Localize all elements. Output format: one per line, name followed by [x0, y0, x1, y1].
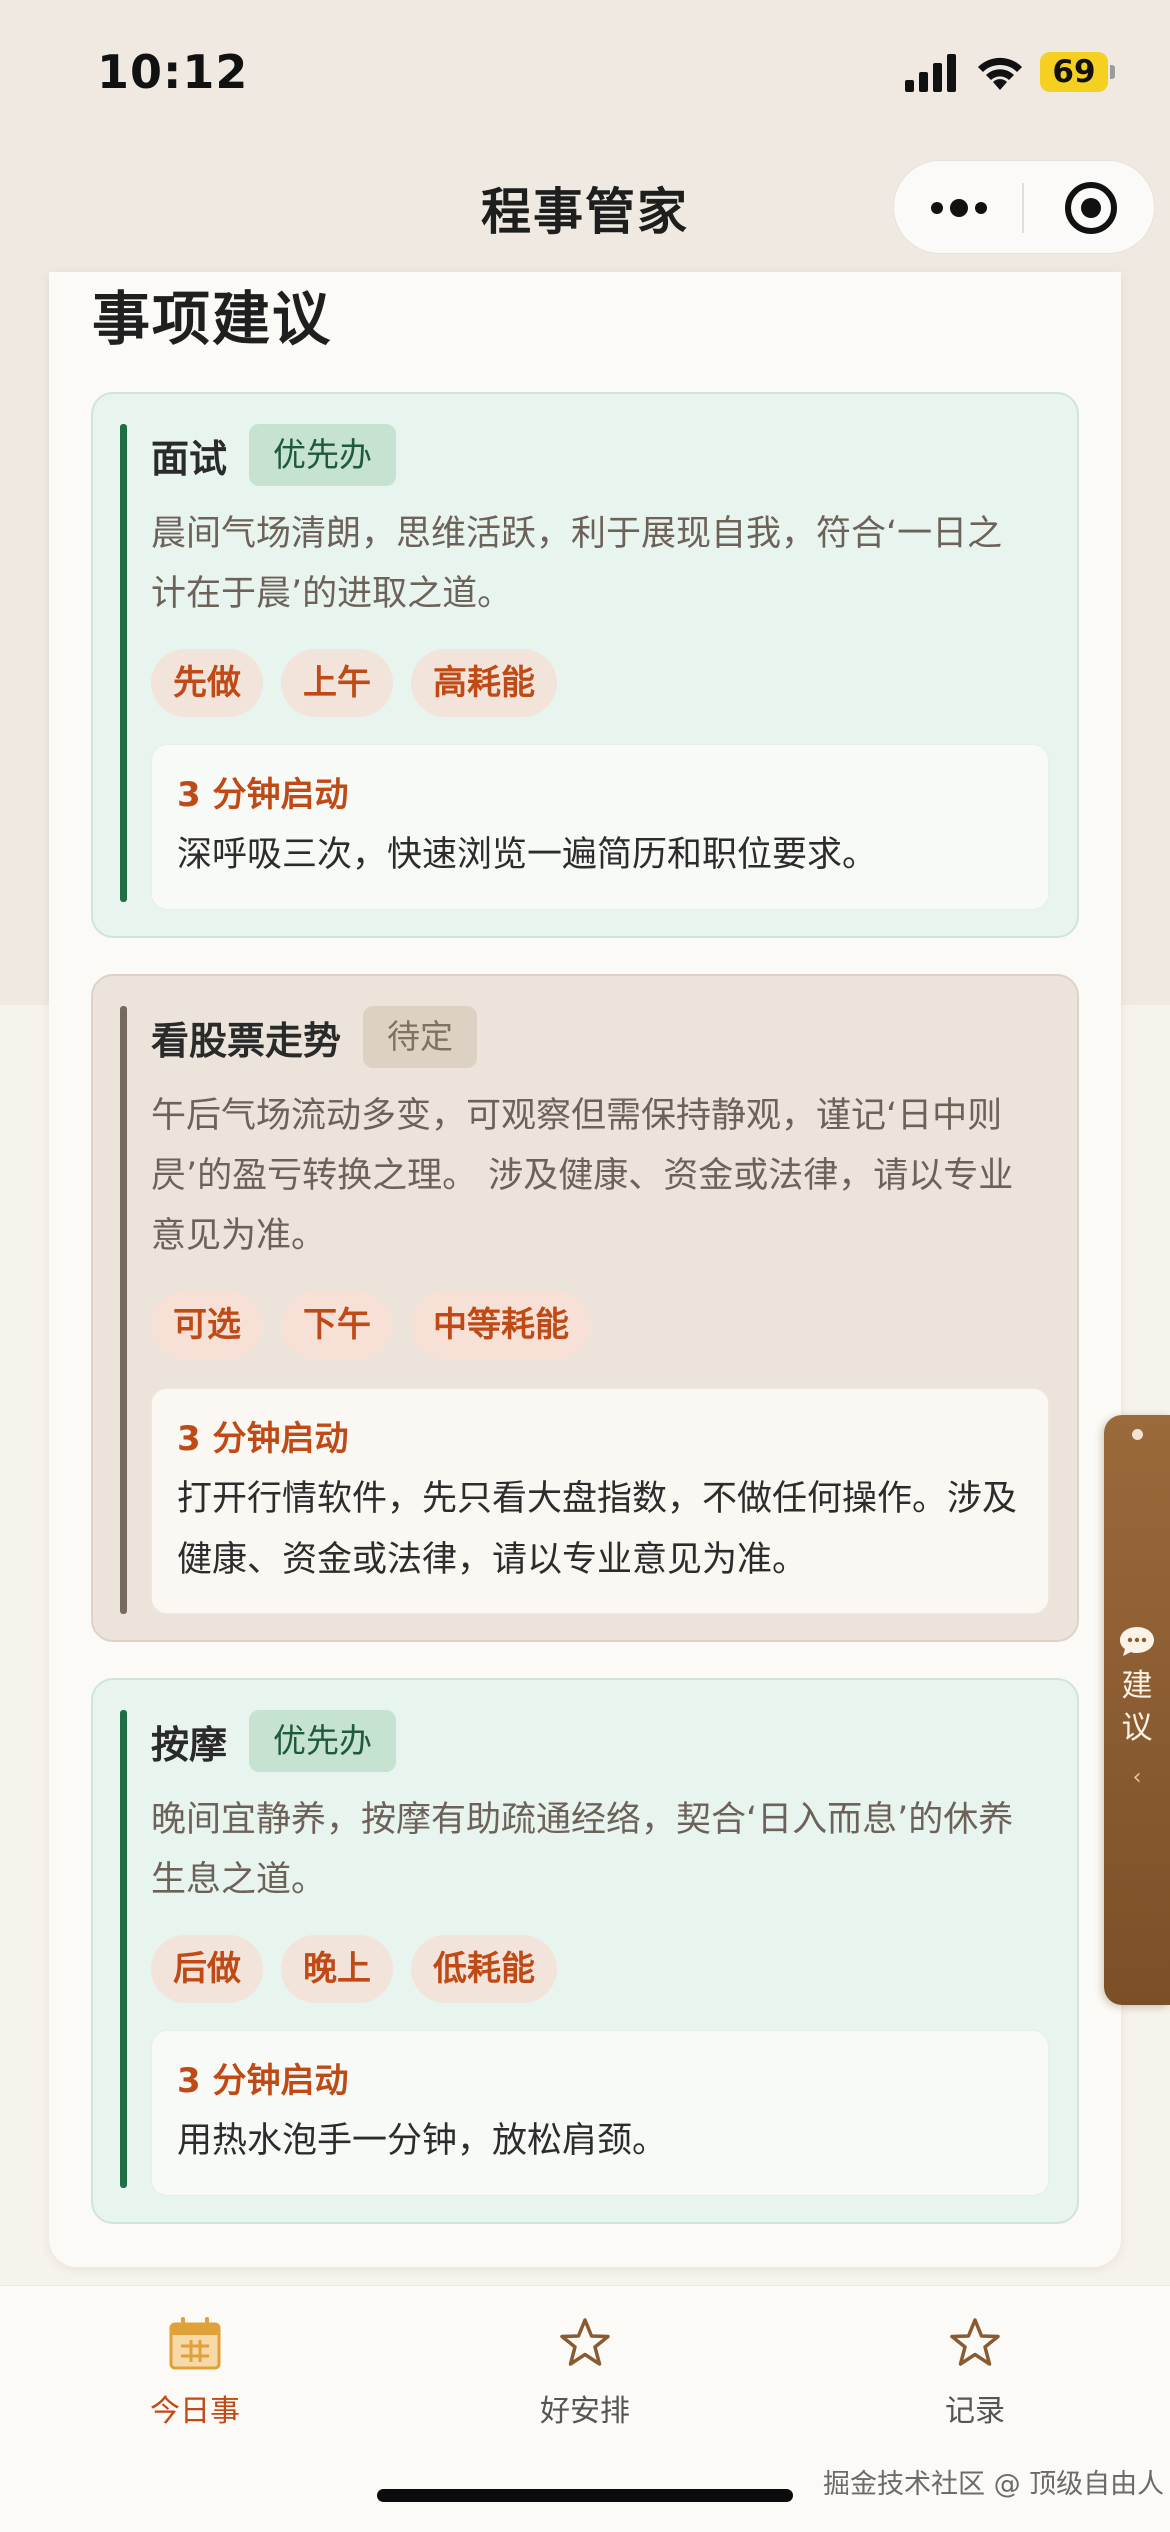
- tag-energy: 高耗能: [411, 649, 557, 717]
- mini-program-capsule: [893, 160, 1155, 254]
- quick-start-box: 3 分钟启动 打开行情软件，先只看大盘指数，不做任何操作。涉及健康、资金或法律，…: [151, 1388, 1049, 1614]
- watermark: 掘金技术社区 @ 顶级自由人: [823, 2469, 1165, 2500]
- task-card[interactable]: 看股票走势 待定 午后气场流动多变，可观察但需保持静观，谨记‘日中则昃’的盈亏转…: [91, 974, 1079, 1642]
- status-badge: 待定: [363, 1006, 478, 1068]
- star-icon: [560, 2318, 610, 2366]
- star-icon: [950, 2318, 1000, 2366]
- status-time: 10:12: [97, 45, 249, 99]
- quick-start-title: 3 分钟启动: [177, 775, 349, 815]
- calendar-icon: [169, 2317, 221, 2370]
- battery-icon: 69: [1040, 52, 1115, 92]
- tab-records[interactable]: 记录: [780, 2286, 1170, 2436]
- card-header: 面试 优先办: [151, 424, 397, 486]
- side-tab-dot: [1132, 1429, 1143, 1440]
- task-description: 晨间气场清朗，思维活跃，利于展现自我，符合‘一日之计在于晨’的进取之道。: [151, 514, 1003, 614]
- task-title: 看股票走势: [151, 1018, 342, 1063]
- priority-bar: [120, 1710, 127, 2188]
- section-title: 事项建议: [92, 285, 333, 353]
- quick-start-title: 3 分钟启动: [177, 1419, 349, 1459]
- tag-energy: 低耗能: [411, 1935, 557, 2003]
- tag-time: 晚上: [281, 1935, 393, 2003]
- task-title: 面试: [151, 436, 228, 481]
- quick-start-text: 深呼吸三次，快速浏览一遍简历和职位要求。: [177, 835, 878, 875]
- tag-time: 上午: [281, 649, 393, 717]
- tab-today[interactable]: 今日事: [0, 2286, 390, 2436]
- wifi-icon: [978, 57, 1022, 90]
- capsule-divider: [1022, 183, 1024, 233]
- task-description: 午后气场流动多变，可观察但需保持静观，谨记‘日中则昃’的盈亏转换之理。 涉及健康…: [151, 1096, 1014, 1256]
- task-description: 晚间宜静养，按摩有助疏通经络，契合‘日入而息’的休养生息之道。: [151, 1800, 1014, 1900]
- status-badge: 优先办: [249, 424, 397, 486]
- tag-order: 后做: [151, 1935, 263, 2003]
- chevron-left-icon: ‹: [1132, 1765, 1142, 1790]
- quick-start-text: 打开行情软件，先只看大盘指数，不做任何操作。涉及健康、资金或法律，请以专业意见为…: [177, 1479, 1018, 1580]
- tag-list: 后做 晚上 低耗能: [151, 1935, 557, 2003]
- tab-label: 好安排: [540, 2394, 630, 2429]
- quick-start-box: 3 分钟启动 用热水泡手一分钟，放松肩颈。: [151, 2030, 1049, 2196]
- side-tab-label: 建 议: [1121, 1668, 1153, 1746]
- card-header: 按摩 优先办: [151, 1710, 397, 1772]
- task-card[interactable]: 面试 优先办 晨间气场清朗，思维活跃，利于展现自我，符合‘一日之计在于晨’的进取…: [91, 392, 1079, 938]
- tag-time: 下午: [281, 1291, 393, 1359]
- tag-order: 可选: [151, 1291, 263, 1359]
- tab-label: 今日事: [150, 2394, 240, 2429]
- suggestion-side-tab[interactable]: 建 议 ‹: [1104, 1415, 1170, 2005]
- tag-list: 先做 上午 高耗能: [151, 649, 557, 717]
- quick-start-title: 3 分钟启动: [177, 2061, 349, 2101]
- home-indicator[interactable]: [377, 2489, 793, 2502]
- target-icon: [1065, 182, 1117, 234]
- suggestion-panel: 事项建议 面试 优先办 晨间气场清朗，思维活跃，利于展现自我，符合‘一日之计在于…: [49, 272, 1121, 2267]
- tab-arrange[interactable]: 好安排: [390, 2286, 780, 2436]
- close-mini-program-button[interactable]: [1026, 161, 1156, 255]
- tab-label: 记录: [945, 2394, 1005, 2429]
- chat-bubble-icon: [1120, 1627, 1154, 1656]
- battery-level: 69: [1052, 54, 1096, 90]
- status-badge: 优先办: [249, 1710, 397, 1772]
- more-dots-icon: [931, 199, 987, 217]
- more-menu-button[interactable]: [894, 161, 1024, 255]
- task-title: 按摩: [151, 1722, 228, 1767]
- tag-list: 可选 下午 中等耗能: [151, 1291, 591, 1359]
- quick-start-box: 3 分钟启动 深呼吸三次，快速浏览一遍简历和职位要求。: [151, 744, 1049, 910]
- status-bar: 10:12 69: [0, 0, 1170, 140]
- priority-bar: [120, 424, 127, 902]
- status-bar-indicator: [120, 1006, 127, 1614]
- task-card[interactable]: 按摩 优先办 晚间宜静养，按摩有助疏通经络，契合‘日入而息’的休养生息之道。 后…: [91, 1678, 1079, 2224]
- cellular-signal-icon: [905, 54, 956, 92]
- tag-energy: 中等耗能: [411, 1291, 591, 1359]
- tag-order: 先做: [151, 649, 263, 717]
- quick-start-text: 用热水泡手一分钟，放松肩颈。: [177, 2121, 668, 2161]
- card-header: 看股票走势 待定: [151, 1006, 478, 1068]
